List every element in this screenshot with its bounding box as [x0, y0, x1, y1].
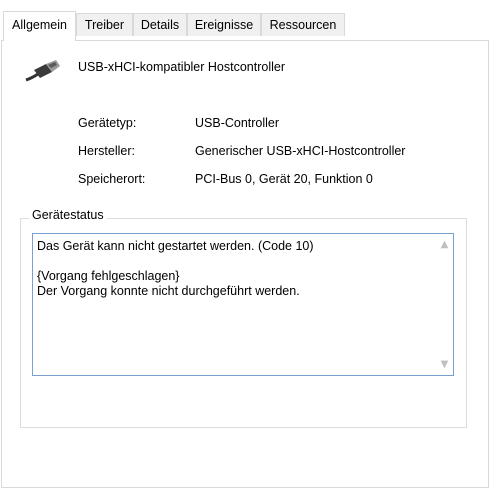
- status-scrollbar[interactable]: ▲ ▼: [436, 234, 453, 375]
- tab-ereignisse[interactable]: Ereignisse: [187, 13, 261, 36]
- tab-allgemein[interactable]: Allgemein: [3, 11, 76, 41]
- tab-ressourcen[interactable]: Ressourcen: [261, 13, 345, 36]
- usb-cable-icon: [25, 60, 60, 82]
- chevron-up-icon[interactable]: ▲: [436, 236, 453, 253]
- location-value: PCI-Bus 0, Gerät 20, Funktion 0: [195, 172, 373, 186]
- device-type-label: Gerätetyp:: [78, 116, 137, 130]
- manufacturer-label: Hersteller:: [78, 144, 135, 158]
- manufacturer-value: Generischer USB-xHCI-Hostcontroller: [195, 144, 406, 158]
- tab-bar: Allgemein Treiber Details Ereignisse Res…: [0, 0, 491, 41]
- tab-treiber[interactable]: Treiber: [76, 13, 133, 36]
- tab-details[interactable]: Details: [133, 13, 187, 36]
- device-name: USB-xHCI-kompatibler Hostcontroller: [78, 60, 286, 74]
- device-status-textbox[interactable]: Das Gerät kann nicht gestartet werden. (…: [32, 233, 454, 376]
- location-label: Speicherort:: [78, 172, 146, 186]
- chevron-down-icon[interactable]: ▼: [436, 356, 453, 373]
- device-status-title: Gerätestatus: [29, 208, 107, 222]
- device-status-text: Das Gerät kann nicht gestartet werden. (…: [37, 239, 314, 298]
- device-type-value: USB-Controller: [195, 116, 280, 130]
